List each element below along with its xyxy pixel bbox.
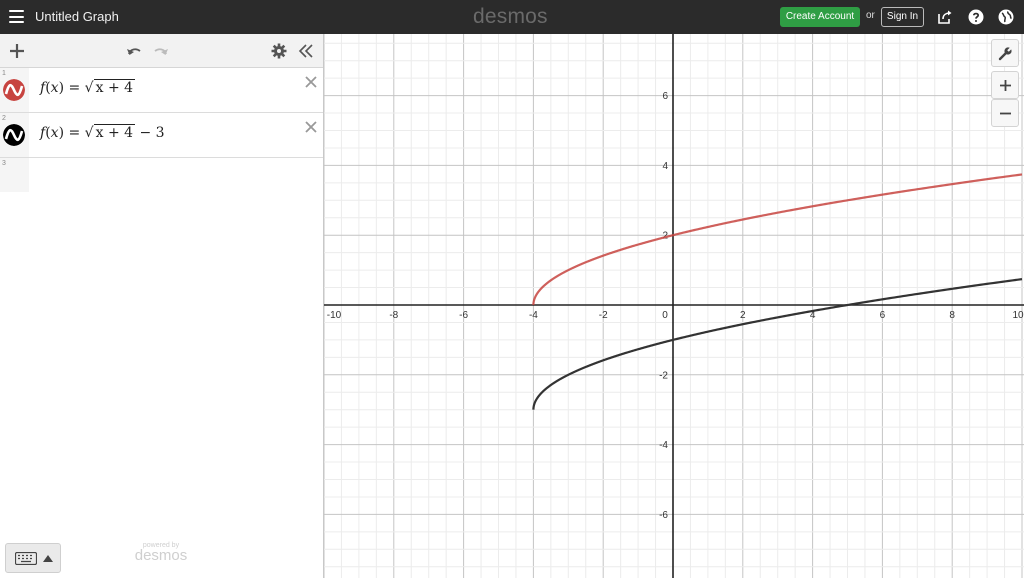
- expression-number: 3: [2, 160, 6, 167]
- graph-paper[interactable]: -10 -8 -6 -4 -2 0 2 4 6 8 10 6 4 2 -2 -4 -6: [324, 34, 1024, 578]
- radicand: x + 4: [93, 79, 136, 96]
- help-icon[interactable]: [968, 9, 984, 25]
- plus-icon[interactable]: [8, 42, 26, 60]
- share-icon[interactable]: [937, 9, 953, 25]
- expression-math[interactable]: f(x) = √ x + 4 − 3: [40, 124, 165, 141]
- x-tick-label: -2: [599, 310, 608, 321]
- caret-up-icon: [43, 555, 53, 562]
- zoom-in-button[interactable]: [991, 71, 1019, 99]
- x-tick-label: 0: [662, 310, 668, 321]
- y-tick-label: -4: [659, 440, 668, 451]
- sign-in-button[interactable]: Sign In: [881, 7, 924, 27]
- globe-icon[interactable]: [998, 9, 1014, 25]
- expression-number: 2: [2, 115, 6, 122]
- close-icon[interactable]: [303, 74, 319, 90]
- y-tick-label: 4: [662, 161, 668, 172]
- wrench-icon: [998, 46, 1013, 61]
- desmos-logo: desmos: [473, 5, 548, 28]
- expression-row[interactable]: 2 f(x) = √ x + 4 − 3: [0, 113, 323, 158]
- x-tick-label: 2: [740, 310, 746, 321]
- x-tick-label: 10: [1012, 310, 1024, 321]
- x-tick-label: 8: [949, 310, 955, 321]
- expression-number: 1: [2, 70, 6, 77]
- graph-title[interactable]: Untitled Graph: [35, 9, 119, 24]
- x-tick-label: 6: [880, 310, 886, 321]
- zoom-in-icon: [1000, 80, 1011, 91]
- radicand: x + 4: [93, 124, 136, 141]
- redo-icon[interactable]: [152, 42, 170, 60]
- graph-canvas[interactable]: -10 -8 -6 -4 -2 0 2 4 6 8 10642-2-4-6: [324, 34, 1024, 578]
- undo-icon[interactable]: [125, 42, 143, 60]
- y-tick-label: -6: [659, 510, 668, 521]
- expression-suffix: − 3: [139, 125, 165, 141]
- close-icon[interactable]: [303, 119, 319, 135]
- or-label: or: [866, 10, 875, 21]
- curve-color-icon[interactable]: [3, 79, 25, 101]
- keyboard-icon: [15, 552, 37, 565]
- powered-by-desmos[interactable]: powered by desmos: [130, 542, 192, 564]
- x-tick-label: -6: [459, 310, 468, 321]
- create-account-button[interactable]: Create Account: [780, 7, 860, 27]
- expression-math[interactable]: f(x) = √ x + 4: [40, 79, 136, 96]
- empty-expression-row[interactable]: 3: [0, 158, 323, 192]
- top-bar: Untitled Graph desmos Create Account or …: [0, 0, 1024, 34]
- x-tick-label: -4: [529, 310, 538, 321]
- footer-logo: desmos: [134, 547, 188, 564]
- expression-panel: 1 f(x) = √ x + 4 2 f(x) = √ x + 4 − 3 3 …: [0, 34, 324, 578]
- zoom-out-icon: [1000, 112, 1011, 115]
- graph-settings-button[interactable]: [991, 39, 1019, 67]
- menu-icon[interactable]: [9, 10, 24, 23]
- keyboard-toggle-button[interactable]: [5, 543, 61, 573]
- y-tick-label: -2: [659, 370, 668, 381]
- expression-row[interactable]: 1 f(x) = √ x + 4: [0, 68, 323, 113]
- curve-color-icon[interactable]: [3, 124, 25, 146]
- expression-toolbar: [0, 34, 323, 68]
- zoom-out-button[interactable]: [991, 99, 1019, 127]
- y-tick-label: 6: [662, 91, 668, 102]
- gear-icon[interactable]: [270, 42, 288, 60]
- collapse-icon[interactable]: [297, 42, 315, 60]
- x-tick-label: -8: [389, 310, 398, 321]
- x-tick-label: -10: [327, 310, 342, 321]
